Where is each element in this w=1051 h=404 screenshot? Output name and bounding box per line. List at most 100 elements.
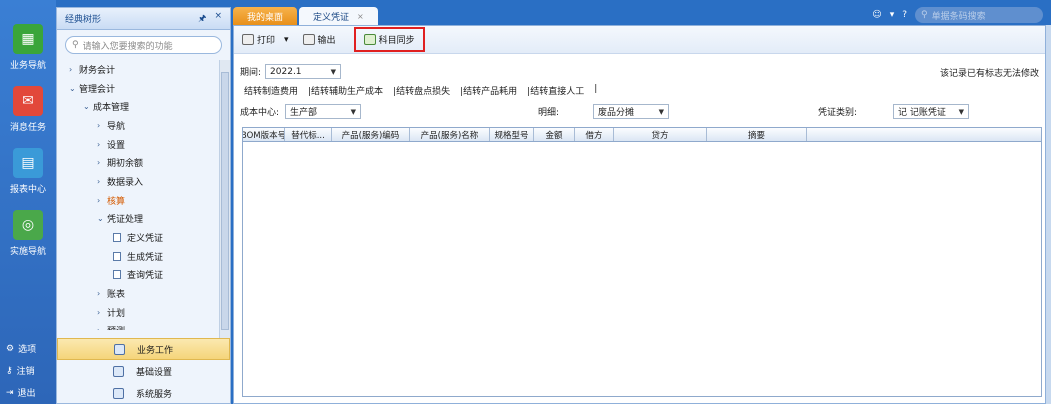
tree-item-label: 财务会计 [79,65,116,76]
chevron-right-icon: › [97,195,101,205]
col-amount[interactable]: 金额 [534,128,575,141]
tree-search-input[interactable]: ⚲ 请输入您要搜索的功能 [65,36,222,54]
cost-center-filter: 成本中心: 生产部 ▼ [240,104,362,119]
col-substitute[interactable]: 替代标... [285,128,332,141]
tree-item-label: 定义凭证 [127,234,164,245]
tree-item-opening[interactable]: › 期初余额 [57,153,220,172]
pin-icon[interactable]: 🖈 [198,11,206,27]
col-product-code[interactable]: 产品(服务)编码 [332,128,410,141]
cost-center-label: 成本中心: [240,108,280,118]
module-basic-settings[interactable]: 基础设置 [57,360,230,382]
options-button[interactable]: ⚙ 选项 [6,342,36,356]
export-icon [302,34,315,45]
user-icon[interactable]: ☺ [872,10,881,20]
chevron-right-icon: › [97,307,101,317]
nav-implementation[interactable]: ◎ 实施导航 [0,210,56,257]
barcode-search-input[interactable]: ⚲ 单据条码搜索 [915,7,1043,23]
link-aux-production[interactable]: |结转辅助生产成本 [308,84,383,97]
tree-item-management[interactable]: ⌄ 管理会计 [57,79,220,98]
business-nav-icon: ▦ [13,24,43,54]
tree-item-reports[interactable]: › 账表 [57,284,220,303]
carry-forward-links: 结转制造费用 |结转辅助生产成本 |结转盘点损失 |结转产品耗用 |结转直接人工… [244,84,597,97]
voucher-type-select[interactable]: 记 记账凭证 ▼ [893,104,970,119]
col-credit[interactable]: 贷方 [614,128,707,141]
tab-label: 我的桌面 [247,12,284,23]
link-product-consumption[interactable]: |结转产品耗用 [460,84,517,97]
tree-item-guide[interactable]: › 导航 [57,116,220,135]
nav-business-label: 业务导航 [9,61,46,71]
tab-define-voucher[interactable]: 定义凭证 × [299,7,378,25]
chevron-down-icon: ▼ [958,107,965,116]
col-spec[interactable]: 规格型号 [490,128,534,141]
detail-filter: 明细: 废品分摊 ▼ [538,104,670,119]
col-summary[interactable]: 摘要 [707,128,807,141]
chevron-right-icon: › [97,176,101,186]
report-center-icon: ▤ [13,148,43,178]
close-icon[interactable]: × [214,11,222,27]
detail-value: 废品分摊 [598,108,635,118]
tree-item-label: 成本管理 [93,103,130,114]
tree-item-label: 核算 [107,196,126,207]
col-debit[interactable]: 借方 [575,128,614,141]
cost-center-select[interactable]: 生产部 ▼ [285,104,362,119]
close-icon[interactable]: × [357,12,364,21]
chevron-down-icon: ▼ [350,107,357,116]
nav-report[interactable]: ▤ 报表中心 [0,148,56,195]
detail-select[interactable]: 废品分摊 ▼ [593,104,670,119]
tree-item-generate-voucher[interactable]: 生成凭证 [57,247,220,266]
tree-scrollbar[interactable] [219,60,230,340]
export-button[interactable]: 输出 [302,33,336,46]
exit-button[interactable]: ⇥ 退出 [6,386,36,400]
sync-icon [363,34,376,45]
module-system-service[interactable]: 系统服务 [57,382,230,404]
tree-item-plan[interactable]: › 计划 [57,303,220,322]
link-direct-labor[interactable]: |结转直接人工 [527,84,584,97]
logout-button[interactable]: ⚷ 注销 [6,364,35,378]
period-select[interactable]: 2022.1 ▼ [265,64,342,79]
col-bom-version[interactable]: BOM版本号 [243,128,285,141]
scroll-thumb[interactable] [221,72,229,330]
tree-item-define-voucher[interactable]: 定义凭证 [57,228,220,247]
tree-item-settings[interactable]: › 设置 [57,135,220,154]
tree-title: 经典树形 [65,15,102,25]
chevron-down-icon: ▼ [658,107,665,116]
voucher-type-value: 记 记账凭证 [898,108,946,118]
link-overhead[interactable]: 结转制造费用 [244,84,298,97]
chevron-right-icon: › [97,326,107,330]
tree-item-accounting[interactable]: › 核算 [57,191,220,210]
nav-message[interactable]: ✉ 消息任务 [0,86,56,133]
tree-item-data-entry[interactable]: › 数据录入 [57,172,220,191]
tree-list: › 财务会计 ⌄ 管理会计 ⌄ 成本管理 › 导航 › 设置 › 期初余额 › 数据录入 › 核… [57,60,220,330]
tree-header: 经典树形 🖈 × [57,8,230,30]
chevron-down-icon[interactable]: ▾ [284,35,289,45]
col-product-name[interactable]: 产品(服务)名称 [410,128,490,141]
exit-label: 退出 [17,389,36,399]
printer-icon [242,34,254,45]
module-business-work[interactable]: 业务工作 [57,338,230,360]
tree-item-finance[interactable]: › 财务会计 [57,60,220,79]
chevron-right-icon: › [97,289,101,299]
chevron-down-icon[interactable]: ▾ [890,10,895,20]
voucher-type-filter: 凭证类别: 记 记账凭证 ▼ [818,104,970,119]
tab-my-desktop[interactable]: 我的桌面 [233,7,298,25]
tab-label: 定义凭证 [313,12,350,23]
tree-item-voucher[interactable]: ⌄ 凭证处理 [57,210,220,229]
module-switcher: 业务工作 基础设置 系统服务 [57,338,230,404]
nav-implementation-label: 实施导航 [9,247,46,257]
tree-item-cost[interactable]: ⌄ 成本管理 [57,97,220,116]
tree-item-label: 数据录入 [107,177,144,188]
subject-sync-button[interactable]: 科目同步 [353,27,425,52]
voucher-grid[interactable]: BOM版本号 替代标... 产品(服务)编码 产品(服务)名称 规格型号 金额 … [242,127,1042,397]
nav-business[interactable]: ▦ 业务导航 [0,24,56,71]
tab-bar: 我的桌面 定义凭证 × ☺ ▾ ? ⚲ 单据条码搜索 [233,7,1051,25]
link-inventory-loss[interactable]: |结转盘点损失 [393,84,450,97]
tree-item-label: 计划 [107,308,126,319]
key-icon: ⚷ [6,365,13,376]
print-button[interactable]: 打印 ▾ [242,33,289,46]
tree-item-label: 查询凭证 [127,271,164,282]
nav-report-label: 报表中心 [9,185,46,195]
help-icon[interactable]: ? [902,10,907,20]
tree-item-forecast[interactable]: ›预测 [57,322,220,330]
tree-item-query-voucher[interactable]: 查询凭证 [57,266,220,285]
chevron-right-icon: › [69,64,73,74]
